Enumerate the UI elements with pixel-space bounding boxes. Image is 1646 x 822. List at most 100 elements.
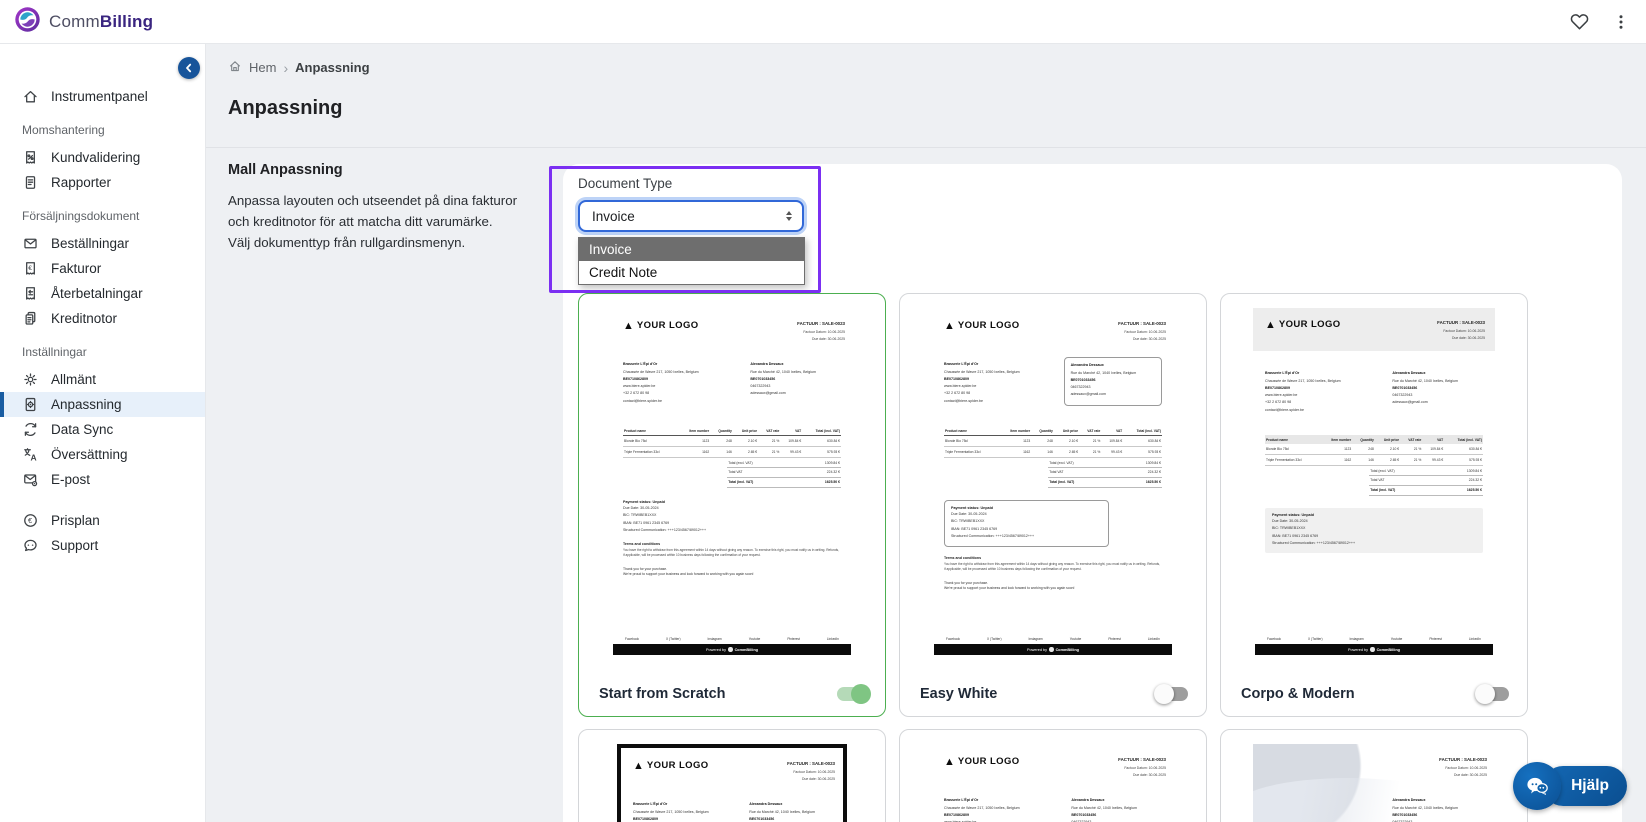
sidebar-item-data-sync[interactable]: Data Sync <box>0 417 205 442</box>
total-label: Total VAT <box>1370 478 1385 483</box>
template-card-row2-3[interactable]: ▲ YOUR LOGO FACTUUR : SALE-0023 Factuur D… <box>1220 729 1528 822</box>
total-value: 1625.50 € <box>824 480 840 485</box>
circle <box>33 483 36 485</box>
template-toggle-corpo-modern[interactable] <box>1475 684 1511 704</box>
address-line: www.biere-spider.be <box>623 384 656 389</box>
address-line: Chaussée de Wavre 217, 1050 Ixelles, Bel… <box>1265 378 1341 383</box>
sidebar-section-inst-llningar: Inställningar <box>22 345 87 359</box>
total-row: Total (excl. VAT) 1309.84 € <box>1369 466 1483 477</box>
card-footer: Corpo & Modern <box>1241 684 1511 704</box>
address-line: BE0701033456 <box>1392 812 1418 817</box>
dropdown-option-credit-note[interactable]: Credit Note <box>579 261 804 284</box>
table-row: Blonde Bio 75cl 1123 248 2.10 €21 % 109.84 €… <box>623 435 841 448</box>
up <box>786 211 792 215</box>
invoice-payment-status: Payment status: Unpaid Due Date: 30-05-2… <box>944 499 1109 547</box>
invoice-addresses: Brasserie L'Épi d'Or Chaussée de Wavre 21… <box>1265 371 1483 417</box>
toggle-thumb <box>851 684 871 704</box>
table-header: Product name <box>944 426 1000 437</box>
template-card-corpo-modern[interactable]: ▲ YOUR LOGO FACTUUR : SALE-0023 Factuur D… <box>1220 293 1528 717</box>
invoice-preview: ▲ YOUR LOGO FACTUUR : SALE-0023 Factuur D… <box>611 308 853 660</box>
social-link-linkedin: LinkedIn <box>826 637 839 641</box>
breadcrumb-current: Anpassning <box>295 60 370 75</box>
dropdown-option-invoice[interactable]: Invoice <box>579 238 804 261</box>
sidebar-item-anpassning[interactable]: Anpassning <box>0 392 205 417</box>
total-label: Total (incl. VAT) <box>728 480 754 485</box>
invoice-meta: FACTUUR : SALE-0023 Factuur Datum: 10-06… <box>1439 756 1487 778</box>
sidebar-item-prisplan[interactable]: € Prisplan <box>0 508 205 533</box>
thead: Product name Item number Quantity Unit pric… <box>1265 435 1483 445</box>
template-grid-row2: ▲ YOUR LOGO FACTUUR : SALE-0023 Factuur D… <box>578 729 1622 822</box>
help-chat-icon[interactable] <box>1513 762 1562 810</box>
help-button[interactable]: Hjälp <box>1513 762 1627 810</box>
table-cell: 575.93 € <box>1123 446 1162 459</box>
invoice-footer-bar: Powered by CommBilling <box>1255 644 1493 655</box>
table-header: Quantity <box>1031 426 1054 437</box>
total-label: Total (excl. VAT) <box>1370 468 1395 473</box>
template-toggle-easy-white[interactable] <box>1154 684 1190 704</box>
svg: € <box>26 262 35 275</box>
document-type-select[interactable]: Invoice <box>578 200 804 232</box>
main-area: Hem › Anpassning Anpassning Mall Anpassn… <box>206 44 1646 822</box>
credit-notes-icon <box>22 310 39 327</box>
template-toggle-start-from-scratch[interactable] <box>835 684 871 704</box>
invoice-totals: Total (excl. VAT) 1309.84 € Total VAT 224.3… <box>1048 458 1162 488</box>
table-header: Product name <box>1265 435 1321 445</box>
sidebar-item-rapporter[interactable]: Rapporter <box>0 170 205 195</box>
select-updown-icon <box>786 211 792 221</box>
table-header: VAT rate <box>1400 435 1423 445</box>
sidebar-collapse-button[interactable] <box>178 57 200 79</box>
template-card-row2-1[interactable]: ▲ YOUR LOGO FACTUUR : SALE-0023 Factuur D… <box>578 729 886 822</box>
sidebar-item-fakturor[interactable]: € Fakturor <box>0 256 205 281</box>
sidebar-item-e-post[interactable]: E-post <box>0 467 205 492</box>
svg <box>24 90 37 103</box>
path <box>186 63 192 73</box>
sidebar-item-support[interactable]: Support <box>0 533 205 558</box>
table-cell: 248 <box>710 435 733 448</box>
sidebar-item-kreditnotor[interactable]: Kreditnotor <box>0 306 205 331</box>
table-cell: 146 <box>1352 454 1375 467</box>
sidebar-item-label: Data Sync <box>51 422 114 437</box>
page-header: Hem › Anpassning Anpassning <box>206 44 1646 148</box>
payment-line: BIC: TRWIBEB1XXX <box>1272 526 1306 531</box>
svg <box>24 238 37 249</box>
overflow-menu-icon[interactable] <box>1612 13 1630 31</box>
sidebar-item-allm-nt[interactable]: Allmänt <box>0 367 205 392</box>
path <box>1570 14 1589 30</box>
table-cell: Triple Fermentation 33cl <box>623 446 679 459</box>
payment-status-lines: Due Date: 30-05-2024 BIC: TRWIBEB1XXX IBAN… <box>951 512 1102 539</box>
breadcrumb-home[interactable]: Hem <box>249 60 276 75</box>
sidebar-item-best-llningar[interactable]: Beställningar <box>0 231 205 256</box>
sidebar-item-label: Fakturor <box>51 261 102 276</box>
card-footer: Easy White <box>920 684 1190 704</box>
address-line: BE0710862809 <box>1265 385 1290 390</box>
invoice-addresses: Brasserie L'Épi d'Or Chaussée de Wavre 21… <box>623 362 841 408</box>
commbilling-logo-icon <box>14 6 41 38</box>
customization-icon <box>22 396 39 413</box>
sidebar-item-kundvalidering[interactable]: Kundvalidering <box>0 145 205 170</box>
path <box>24 239 37 245</box>
tbody: Blonde Bio 75cl 1123 248 2.10 €21 % 109.84 €… <box>623 435 841 459</box>
template-section-description: Anpassa layouten och utseendet på dina f… <box>228 193 518 229</box>
payment-status-title: Payment status: Unpaid <box>623 499 666 504</box>
sidebar-item-terbetalningar[interactable]: Återbetalningar <box>0 281 205 306</box>
table-cell: 21 % <box>1079 446 1102 459</box>
template-card-start-from-scratch[interactable]: ▲ YOUR LOGO FACTUUR : SALE-0023 Factuur D… <box>578 293 886 717</box>
invoice-number: FACTUUR : SALE-0023 <box>1118 321 1166 326</box>
table-cell: Blonde Bio 75cl <box>944 435 1000 448</box>
total-value: 1309.84 € <box>1145 460 1161 465</box>
table-cell: 1162 <box>999 446 1032 459</box>
brand-suffix: Billing <box>99 11 154 31</box>
invoice-header: ▲ YOUR LOGO FACTUUR : SALE-0023 Factuur D… <box>932 744 1174 778</box>
template-card-row2-2[interactable]: ▲ YOUR LOGO FACTUUR : SALE-0023 Factuur D… <box>899 729 1207 822</box>
home-icon[interactable] <box>228 59 242 76</box>
invoice-meta: FACTUUR : SALE-0023 Factuur Datum: 10-06… <box>1118 756 1166 778</box>
table-header: Product name <box>623 426 679 437</box>
invoice-number: FACTUUR : SALE-0023 <box>797 321 845 326</box>
table-header: Unit price <box>1053 426 1080 437</box>
circle <box>1619 20 1623 23</box>
table-cell: 575.93 € <box>1444 454 1483 467</box>
favorites-heart-icon[interactable] <box>1569 11 1590 32</box>
template-card-easy-white[interactable]: ▲ YOUR LOGO FACTUUR : SALE-0023 Factuur D… <box>899 293 1207 717</box>
sidebar-item-vers-ttning[interactable]: A Översättning <box>0 442 205 467</box>
sidebar-item-instrumentpanel[interactable]: Instrumentpanel <box>0 84 205 109</box>
